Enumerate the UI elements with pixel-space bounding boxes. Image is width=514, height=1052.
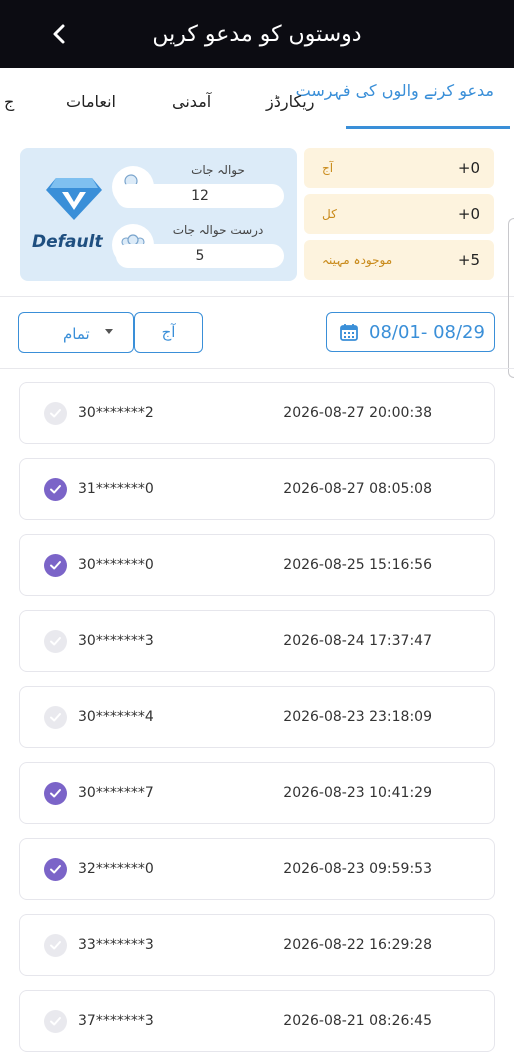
status-select-value: تمام xyxy=(63,325,90,343)
calendar-icon xyxy=(340,324,358,341)
active-tab-indicator xyxy=(346,126,510,129)
today-filter-button[interactable]: آج xyxy=(134,312,203,353)
list-item[interactable]: 30*******7 2026-08-23 10:41:29 xyxy=(19,762,495,824)
check-circle-icon xyxy=(44,478,67,501)
list-item[interactable]: 30*******4 2026-08-23 23:18:09 xyxy=(19,686,495,748)
list-item[interactable]: 31*******0 2026-08-27 08:05:08 xyxy=(19,458,495,520)
user-id: 32*******0 xyxy=(78,861,154,877)
invite-timestamp: 2026-08-25 15:16:56 xyxy=(283,557,432,573)
diamond-icon xyxy=(46,178,102,220)
user-id: 30*******2 xyxy=(78,405,154,421)
invite-timestamp: 2026-08-22 16:29:28 xyxy=(283,937,432,953)
check-circle-icon xyxy=(44,858,67,881)
tab-bar: مدعو کرنے والوں کی فہرست ریکارڈز آمدنی ا… xyxy=(0,68,514,132)
user-id: 30*******0 xyxy=(78,557,154,573)
income-month-value: +5 xyxy=(457,251,480,269)
referrals-count: 12 xyxy=(116,184,284,208)
date-range-picker[interactable]: 08/01- 08/29 xyxy=(326,312,495,352)
level-label: Default xyxy=(32,232,103,252)
invite-timestamp: 2026-08-24 17:37:47 xyxy=(283,633,432,649)
income-yesterday-label: کل xyxy=(322,207,337,221)
user-id: 30*******3 xyxy=(78,633,154,649)
page-title: دوستوں کو مدعو کریں xyxy=(152,22,362,47)
user-id: 30*******4 xyxy=(78,709,154,725)
date-range-text: 08/01- 08/29 xyxy=(369,322,485,343)
check-circle-icon xyxy=(44,630,67,653)
tab-income[interactable]: آمدنی xyxy=(172,92,211,111)
list-item[interactable]: 37*******3 2026-08-21 08:26:45 xyxy=(19,990,495,1052)
check-circle-icon xyxy=(44,1010,67,1033)
invite-timestamp: 2026-08-23 23:18:09 xyxy=(283,709,432,725)
referrals-label: حوالہ جات xyxy=(191,163,245,177)
divider xyxy=(0,296,514,297)
list-item[interactable]: 33*******3 2026-08-22 16:29:28 xyxy=(19,914,495,976)
check-circle-icon xyxy=(44,782,67,805)
divider xyxy=(0,368,514,369)
tab-more[interactable]: ج xyxy=(4,92,14,111)
user-id: 30*******7 xyxy=(78,785,154,801)
income-yesterday-value: +0 xyxy=(457,205,480,223)
invite-timestamp: 2026-08-23 09:59:53 xyxy=(283,861,432,877)
tab-invitee-list[interactable]: مدعو کرنے والوں کی فہرست xyxy=(296,82,494,100)
valid-referrals-label: درست حوالہ جات xyxy=(172,223,264,237)
user-id: 31*******0 xyxy=(78,481,154,497)
list-item[interactable]: 30*******0 2026-08-25 15:16:56 xyxy=(19,534,495,596)
invite-timestamp: 2026-08-27 08:05:08 xyxy=(283,481,432,497)
check-circle-icon xyxy=(44,554,67,577)
side-scroll-handle[interactable] xyxy=(508,218,514,378)
income-month-label: موجودہ مہینہ xyxy=(322,253,393,267)
income-yesterday-card: کل +0 xyxy=(304,194,494,234)
income-month-card: موجودہ مہینہ +5 xyxy=(304,240,494,280)
user-id: 37*******3 xyxy=(78,1013,154,1029)
invite-timestamp: 2026-08-27 20:00:38 xyxy=(283,405,432,421)
check-circle-icon xyxy=(44,934,67,957)
invite-timestamp: 2026-08-21 08:26:45 xyxy=(283,1013,432,1029)
valid-referrals-count: 5 xyxy=(116,244,284,268)
app-header: دوستوں کو مدعو کریں xyxy=(0,0,514,68)
user-id: 33*******3 xyxy=(78,937,154,953)
list-item[interactable]: 30*******3 2026-08-24 17:37:47 xyxy=(19,610,495,672)
caret-down-icon xyxy=(105,329,113,334)
check-circle-icon xyxy=(44,402,67,425)
income-today-card: آج +0 xyxy=(304,148,494,188)
list-item[interactable]: 30*******2 2026-08-27 20:00:38 xyxy=(19,382,495,444)
income-today-label: آج xyxy=(322,161,334,175)
list-item[interactable]: 32*******0 2026-08-23 09:59:53 xyxy=(19,838,495,900)
tab-records[interactable]: ریکارڈز xyxy=(266,92,314,111)
check-circle-icon xyxy=(44,706,67,729)
status-select[interactable]: تمام xyxy=(18,312,134,353)
tab-rewards[interactable]: انعامات xyxy=(66,92,116,111)
income-today-value: +0 xyxy=(457,159,480,177)
invite-timestamp: 2026-08-23 10:41:29 xyxy=(283,785,432,801)
referral-stats-card: Default حوالہ جات 12 درست حوالہ جات 5 xyxy=(20,148,297,281)
